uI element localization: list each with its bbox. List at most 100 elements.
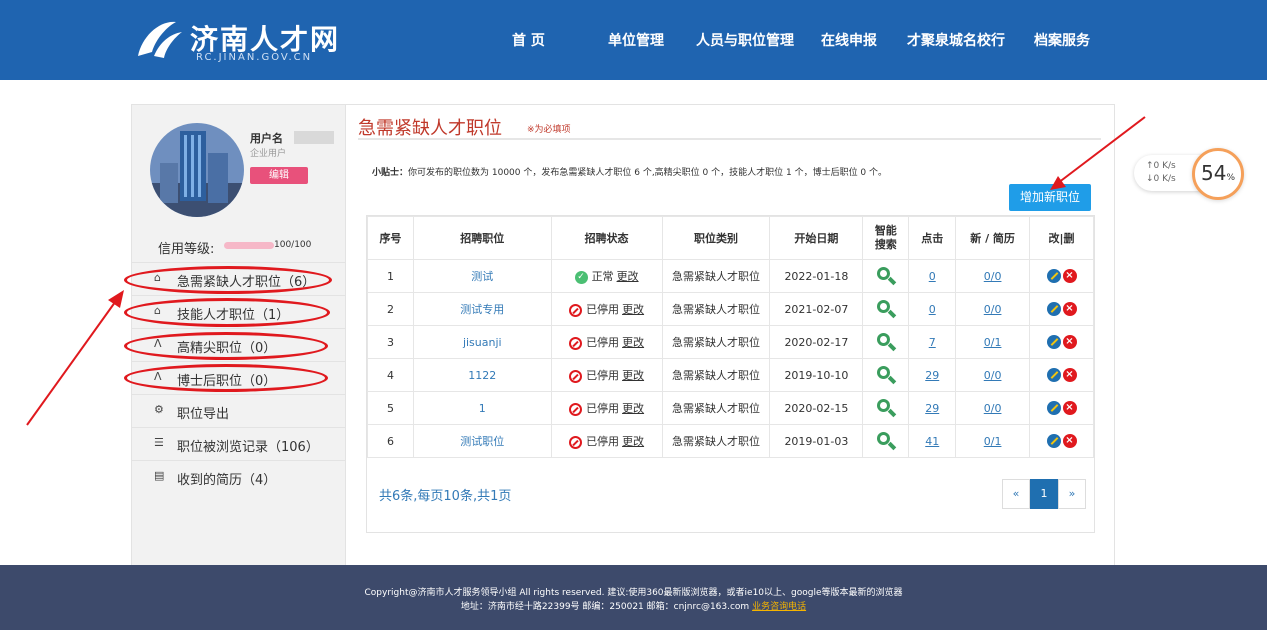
col-header-no: 序号 (367, 216, 414, 260)
footer-address: 地址：济南市经十路22399号 邮编：250021 邮箱：cnjnrc@163.… (0, 599, 1267, 612)
tip-body: 你可发布的职位数为 10000 个，发布急需紧缺人才职位 6 个,高精尖职位 0… (408, 168, 888, 178)
nav-archive-service[interactable]: 档案服务 (1034, 30, 1090, 50)
cell-position: 1 (412, 391, 552, 425)
footer-business-phone-link[interactable]: 业务咨询电话 (752, 602, 806, 612)
cell-status: 已停用 更改 (550, 424, 663, 458)
cell-actions: × (1029, 292, 1094, 326)
clicks-link[interactable]: 41 (925, 435, 939, 448)
clicks-link[interactable]: 0 (929, 303, 936, 316)
credit-level-value: 100/100 (274, 240, 312, 250)
change-status-link[interactable]: 更改 (622, 303, 644, 316)
close-icon[interactable]: × (1062, 269, 1077, 283)
close-icon[interactable]: × (1062, 401, 1077, 415)
sidebar-item-export-positions[interactable]: ⚙ 职位导出 (132, 394, 346, 427)
col-header-start-date: 开始日期 (769, 216, 864, 260)
clicks-link[interactable]: 29 (925, 402, 939, 415)
nav-personnel-positions[interactable]: 人员与职位管理 (696, 30, 794, 50)
cell-resume: 0/1 (955, 424, 1031, 458)
close-icon[interactable]: × (1062, 434, 1077, 448)
pencil-icon[interactable] (1046, 368, 1061, 382)
search-icon[interactable] (876, 267, 897, 286)
col-header-position: 招聘职位 (412, 216, 552, 260)
cell-actions: × (1029, 424, 1094, 458)
change-status-link[interactable]: 更改 (622, 336, 644, 349)
status-disabled-icon (569, 402, 583, 416)
close-icon[interactable]: × (1062, 302, 1077, 316)
cell-category: 急需紧缺人才职位 (661, 292, 771, 326)
memory-usage-ring: 54% (1192, 148, 1244, 200)
clicks-link[interactable]: 29 (925, 369, 939, 382)
resume-link[interactable]: 0/1 (984, 435, 1002, 448)
nav-home[interactable]: 首 页 (512, 30, 545, 50)
change-status-link[interactable]: 更改 (622, 369, 644, 382)
search-icon[interactable] (876, 366, 897, 385)
sidebar-item-received-resumes[interactable]: ▤ 收到的简历（4） (132, 460, 346, 493)
user-type: 企业用户 (250, 149, 287, 159)
site-logo[interactable]: 济南人才网 RC.JINAN.GOV.CN (132, 16, 342, 66)
resume-link[interactable]: 0/0 (984, 270, 1002, 283)
network-speed-widget[interactable]: ↑0 K/s ↓0 K/s 54% (1134, 148, 1246, 200)
list-icon: ☰ (154, 436, 164, 449)
cell-smart-search (862, 358, 910, 392)
close-icon[interactable]: × (1062, 335, 1077, 349)
cell-start-date: 2019-10-10 (769, 358, 864, 392)
search-icon[interactable] (876, 399, 897, 418)
nav-campus-tour[interactable]: 才聚泉城名校行 (907, 30, 1005, 50)
cell-category: 急需紧缺人才职位 (661, 424, 771, 458)
change-status-link[interactable]: 更改 (622, 435, 644, 448)
pagination-next[interactable]: » (1058, 479, 1086, 509)
gear-icon: ⚙ (154, 403, 164, 416)
search-icon[interactable] (876, 300, 897, 319)
resume-link[interactable]: 0/0 (984, 369, 1002, 382)
pencil-icon[interactable] (1046, 401, 1061, 415)
resume-link[interactable]: 0/0 (984, 303, 1002, 316)
cell-resume: 0/0 (955, 358, 1031, 392)
change-status-link[interactable]: 更改 (622, 402, 644, 415)
search-icon[interactable] (876, 333, 897, 352)
positions-table: 序号 招聘职位 招聘状态 职位类别 开始日期 智能搜索 点击 新 / 简历 改|… (367, 216, 1094, 458)
change-status-link[interactable]: 更改 (617, 270, 639, 283)
resume-link[interactable]: 0/0 (984, 402, 1002, 415)
sidebar-item-urgent-positions[interactable]: ⌂ 急需紧缺人才职位（6） (132, 262, 346, 295)
sidebar-item-view-records[interactable]: ☰ 职位被浏览记录（106） (132, 427, 346, 460)
edit-profile-button[interactable]: 编辑 (250, 167, 308, 184)
username-label: 用户名 (250, 132, 283, 145)
table-row: 5 1 已停用 更改 急需紧缺人才职位 2020-02-15 29 0/0 × (367, 391, 1094, 425)
cell-position: 测试职位 (412, 424, 552, 458)
pencil-icon[interactable] (1046, 269, 1061, 283)
add-position-button[interactable]: 增加新职位 (1009, 184, 1091, 211)
position-link[interactable]: 测试 (471, 270, 493, 283)
cell-start-date: 2021-02-07 (769, 292, 864, 326)
pencil-icon[interactable] (1046, 434, 1061, 448)
position-link[interactable]: 测试专用 (460, 303, 504, 316)
clicks-link[interactable]: 7 (929, 336, 936, 349)
sidebar-item-label: 职位导出 (177, 407, 230, 422)
nav-unit-management[interactable]: 单位管理 (608, 30, 664, 50)
sidebar-item-skill-positions[interactable]: ⌂ 技能人才职位（1） (132, 295, 346, 328)
col-header-smart-search: 智能搜索 (862, 216, 910, 260)
col-header-new-resume: 新 / 简历 (955, 216, 1031, 260)
clicks-link[interactable]: 0 (929, 270, 936, 283)
memory-usage-unit: % (1226, 173, 1235, 183)
status-disabled-icon (569, 435, 583, 449)
position-link[interactable]: 1122 (468, 369, 496, 382)
sidebar-item-postdoc-positions[interactable]: Λ 博士后职位（0） (132, 361, 346, 394)
col-header-category: 职位类别 (661, 216, 771, 260)
position-link[interactable]: 1 (479, 402, 486, 415)
status-text: 已停用 (586, 303, 620, 316)
page-title: 急需紧缺人才职位 (358, 118, 502, 139)
search-icon[interactable] (876, 432, 897, 451)
cell-clicks: 41 (908, 424, 957, 458)
pencil-icon[interactable] (1046, 335, 1061, 349)
pagination-page-1[interactable]: 1 (1030, 479, 1058, 509)
cell-clicks: 29 (908, 391, 957, 425)
position-link[interactable]: 测试职位 (460, 435, 504, 448)
position-link[interactable]: jisuanji (463, 336, 502, 349)
close-icon[interactable]: × (1062, 368, 1077, 382)
cell-start-date: 2020-02-15 (769, 391, 864, 425)
pencil-icon[interactable] (1046, 302, 1061, 316)
sidebar-item-high-end-positions[interactable]: Λ 高精尖职位（0） (132, 328, 346, 361)
nav-online-declaration[interactable]: 在线申报 (821, 30, 877, 50)
pagination-prev[interactable]: « (1002, 479, 1030, 509)
resume-link[interactable]: 0/1 (984, 336, 1002, 349)
